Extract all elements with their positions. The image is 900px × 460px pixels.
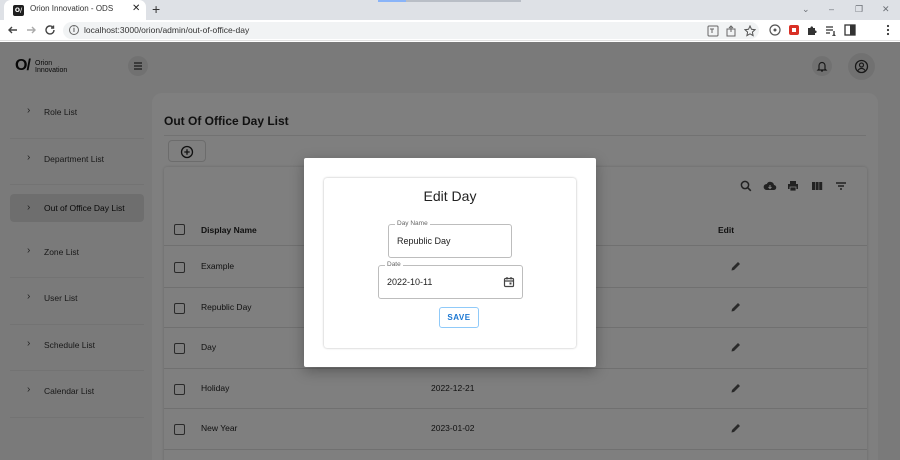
bookmark-star-icon[interactable]: [744, 25, 756, 37]
share-icon[interactable]: [725, 25, 737, 37]
browser-tabstrip: O/ Orion Innovation - ODS ✕ + ⌄ – ❐ ✕: [0, 0, 900, 20]
new-tab-button[interactable]: +: [152, 2, 160, 17]
tab-close-icon[interactable]: ✕: [132, 3, 140, 15]
browser-menu-icon[interactable]: [882, 24, 894, 36]
edit-day-form: Edit Day Day Name Date SAVE: [324, 178, 576, 348]
extension-circle-icon[interactable]: [769, 24, 781, 36]
save-button[interactable]: SAVE: [439, 307, 479, 328]
extension-red-icon[interactable]: [788, 24, 800, 36]
maximize-icon[interactable]: ❐: [855, 3, 863, 15]
dialog-title: Edit Day: [423, 188, 477, 204]
tab-title: Orion Innovation - ODS: [30, 4, 114, 13]
favicon-icon: O/: [13, 5, 24, 16]
back-arrow-icon[interactable]: [6, 23, 20, 37]
minimize-icon[interactable]: –: [829, 3, 834, 15]
date-field[interactable]: Date: [378, 261, 523, 299]
date-input[interactable]: [387, 277, 487, 287]
media-queue-icon[interactable]: [825, 24, 837, 36]
tab-progress-indicator: [378, 0, 521, 2]
calendar-icon[interactable]: [503, 276, 515, 288]
reload-icon[interactable]: [43, 23, 57, 37]
side-panel-icon[interactable]: [844, 24, 856, 36]
forward-arrow-icon[interactable]: [24, 23, 38, 37]
browser-toolbar: i localhost:3000/orion/admin/out-of-offi…: [0, 20, 900, 57]
edit-day-dialog: Edit Day Day Name Date SAVE: [304, 158, 596, 367]
extensions-puzzle-icon[interactable]: [806, 24, 818, 36]
window-close-icon[interactable]: ✕: [882, 3, 890, 15]
site-info-icon[interactable]: i: [69, 25, 79, 35]
address-bar[interactable]: i localhost:3000/orion/admin/out-of-offi…: [63, 22, 759, 39]
day-name-input[interactable]: [397, 236, 497, 246]
day-name-label: Day Name: [395, 220, 430, 228]
tab-search-icon[interactable]: ⌄: [802, 3, 810, 15]
address-url: localhost:3000/orion/admin/out-of-office…: [84, 25, 250, 35]
day-name-field[interactable]: Day Name: [388, 220, 512, 258]
translate-icon[interactable]: [707, 25, 719, 37]
date-label: Date: [385, 261, 403, 269]
browser-tab[interactable]: O/ Orion Innovation - ODS ✕: [4, 0, 146, 20]
